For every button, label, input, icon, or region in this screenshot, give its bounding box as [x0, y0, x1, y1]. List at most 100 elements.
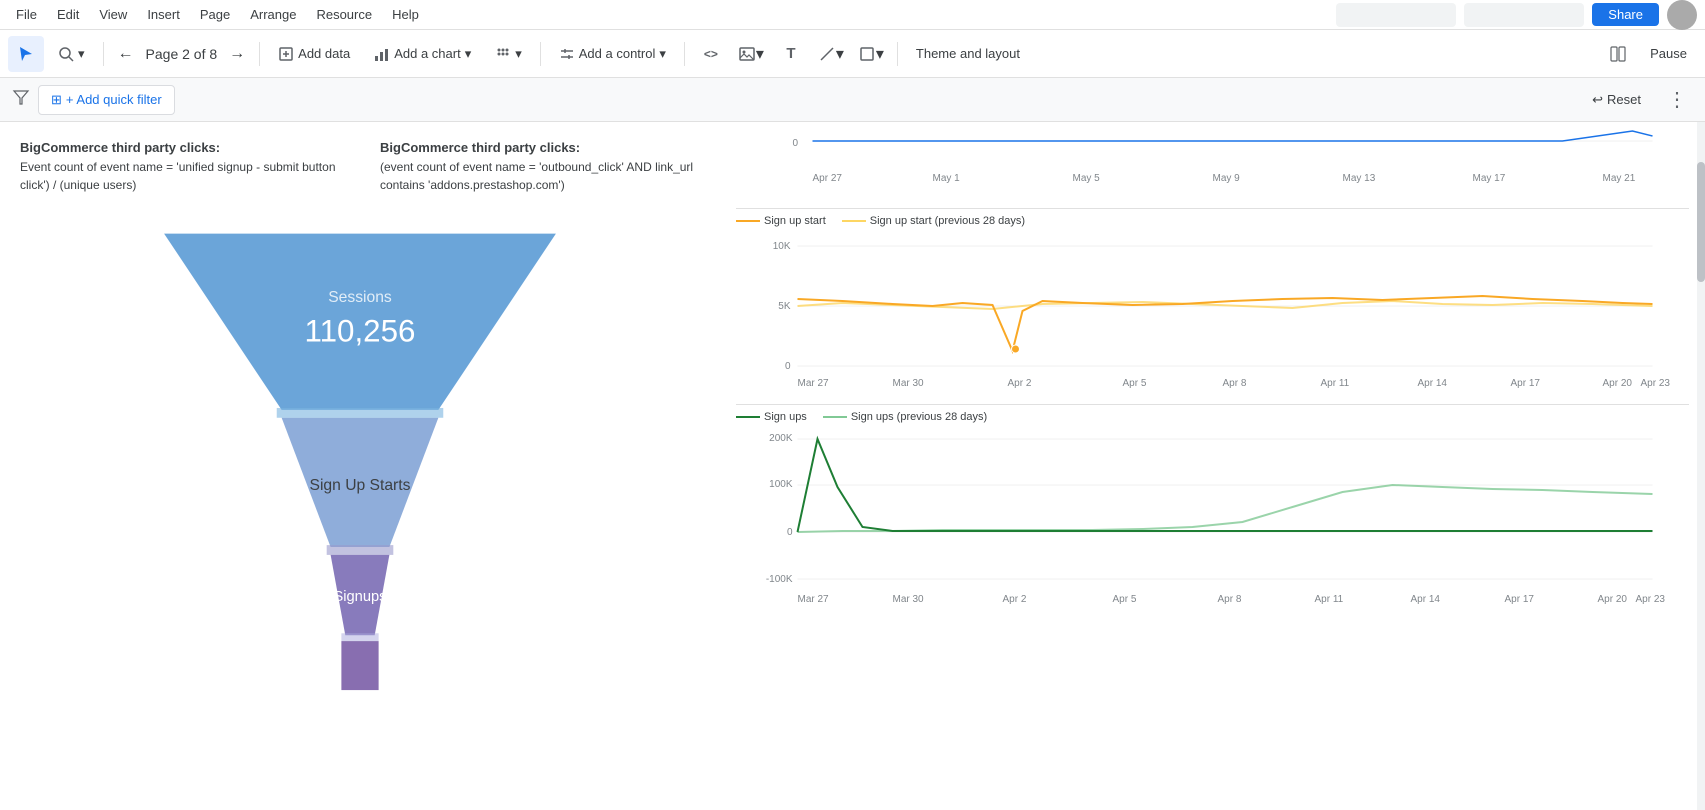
separator-5: [897, 42, 898, 66]
top-chart-svg: 0 Apr 27 May 1 May 5 May 9 May 13 May 17…: [736, 126, 1689, 191]
prev-page-button[interactable]: ←: [112, 40, 140, 68]
legend-label-sign-up-prev: Sign up start (previous 28 days): [870, 215, 1025, 227]
separator-1: [103, 42, 104, 66]
svg-text:100K: 100K: [769, 479, 793, 490]
right-panel: 0 Apr 27 May 1 May 5 May 9 May 13 May 17…: [720, 122, 1705, 810]
scrollbar-thumb[interactable]: [1697, 162, 1705, 282]
add-chart-label: Add a chart: [394, 46, 461, 61]
svg-text:Apr 14: Apr 14: [1411, 594, 1441, 605]
svg-text:5K: 5K: [778, 301, 791, 312]
svg-text:Apr 5: Apr 5: [1113, 594, 1137, 605]
shape-button[interactable]: ▾: [853, 36, 889, 72]
menu-insert[interactable]: Insert: [139, 3, 188, 26]
add-filter-label: + Add quick filter: [66, 92, 162, 107]
svg-text:May 17: May 17: [1473, 173, 1506, 184]
add-data-button[interactable]: Add data: [268, 40, 360, 68]
signups-chart-section: Sign ups Sign ups (previous 28 days) 200…: [736, 404, 1689, 617]
legend-signups-prev: Sign ups (previous 28 days): [823, 411, 987, 423]
main-content: BigCommerce third party clicks: Event co…: [0, 122, 1705, 810]
search-box[interactable]: [1336, 3, 1456, 27]
legend-line-orange: [736, 220, 760, 222]
code-button[interactable]: <>: [693, 36, 729, 72]
add-chart-button[interactable]: Add a chart ▾: [364, 40, 481, 68]
share-button[interactable]: Share: [1592, 3, 1659, 26]
reset-button[interactable]: ↩ Reset: [1580, 86, 1653, 114]
svg-text:Apr 14: Apr 14: [1418, 378, 1448, 389]
add-data-label: Add data: [298, 46, 350, 61]
avatar[interactable]: [1667, 0, 1697, 30]
svg-text:Apr 23: Apr 23: [1641, 378, 1671, 389]
more-options-button[interactable]: ⋮: [1661, 84, 1693, 116]
svg-text:Apr 17: Apr 17: [1511, 378, 1541, 389]
sessions-value: 110,256: [305, 313, 416, 348]
left-panel: BigCommerce third party clicks: Event co…: [0, 122, 720, 810]
svg-text:0: 0: [793, 138, 799, 149]
menu-resource[interactable]: Resource: [308, 3, 380, 26]
sign-up-legend: Sign up start Sign up start (previous 28…: [736, 215, 1689, 227]
legend-sign-up-start: Sign up start: [736, 215, 826, 227]
bc-title-2: BigCommerce third party clicks:: [380, 140, 580, 155]
separator-4: [684, 42, 685, 66]
theme-layout-button[interactable]: Theme and layout: [906, 40, 1030, 67]
svg-text:Apr 11: Apr 11: [1315, 594, 1344, 605]
bc-text-block-1: BigCommerce third party clicks: Event co…: [20, 138, 340, 194]
toolbar: ▾ ← Page 2 of 8 → Add data Add a chart ▾…: [0, 30, 1705, 78]
svg-text:10K: 10K: [773, 241, 791, 252]
add-control-label: Add a control: [579, 46, 656, 61]
select-tool-button[interactable]: [8, 36, 44, 72]
svg-text:Apr 2: Apr 2: [1008, 378, 1032, 389]
zoom-button[interactable]: ▾: [48, 40, 95, 68]
page-info: Page 2 of 8: [146, 46, 218, 62]
svg-text:Apr 20: Apr 20: [1598, 594, 1628, 605]
menu-file[interactable]: File: [8, 3, 45, 26]
filter-bar: ⊞ + Add quick filter ↩ Reset ⋮: [0, 78, 1705, 122]
add-control-button[interactable]: Add a control ▾: [549, 40, 676, 68]
sign-up-starts-label: Sign Up Starts: [310, 477, 411, 494]
menu-edit[interactable]: Edit: [49, 3, 87, 26]
svg-text:May 9: May 9: [1213, 173, 1241, 184]
svg-text:-100K: -100K: [766, 574, 793, 585]
svg-text:May 13: May 13: [1343, 173, 1376, 184]
top-partial-chart: 0 Apr 27 May 1 May 5 May 9 May 13 May 17…: [736, 122, 1689, 200]
bc-body-1: Event count of event name = 'unified sig…: [20, 160, 336, 192]
reset-label: Reset: [1607, 92, 1641, 107]
svg-text:May 5: May 5: [1073, 173, 1101, 184]
svg-text:Apr 27: Apr 27: [813, 173, 843, 184]
zoom-chevron: ▾: [78, 46, 85, 62]
legend-label-signups: Sign ups: [764, 411, 807, 423]
text-button[interactable]: T: [773, 36, 809, 72]
svg-text:Mar 27: Mar 27: [798, 594, 830, 605]
panel-toggle-button[interactable]: [1600, 36, 1636, 72]
next-page-button[interactable]: →: [223, 40, 251, 68]
funnel-chart: Sessions 110,256 Sign Up Starts Signups: [20, 214, 700, 694]
separator-2: [259, 42, 260, 66]
bc-text-blocks: BigCommerce third party clicks: Event co…: [20, 138, 700, 194]
svg-text:Mar 30: Mar 30: [893, 378, 925, 389]
legend-signups: Sign ups: [736, 411, 807, 423]
separator-3: [540, 42, 541, 66]
add-widget-button[interactable]: ▾: [485, 40, 532, 68]
menu-arrange[interactable]: Arrange: [242, 3, 304, 26]
image-button[interactable]: ▾: [733, 36, 769, 72]
svg-text:Apr 11: Apr 11: [1321, 378, 1350, 389]
funnel-svg: Sessions 110,256 Sign Up Starts Signups: [110, 214, 610, 694]
menu-view[interactable]: View: [91, 3, 135, 26]
signups-label: Signups: [333, 588, 386, 604]
pause-button[interactable]: Pause: [1640, 40, 1697, 67]
scrollbar[interactable]: [1697, 122, 1705, 810]
svg-text:May 21: May 21: [1603, 173, 1636, 184]
reset-arrow-icon: ↩: [1592, 92, 1603, 108]
sign-up-chart-svg: 10K 5K 0 Mar 27 Mar 30 Apr 2 Apr 5 Apr 8: [736, 231, 1689, 391]
svg-text:Apr 2: Apr 2: [1003, 594, 1027, 605]
menu-help[interactable]: Help: [384, 3, 427, 26]
add-quick-filter-button[interactable]: ⊞ + Add quick filter: [38, 85, 175, 115]
theme-layout-label: Theme and layout: [916, 46, 1020, 61]
menu-page[interactable]: Page: [192, 3, 238, 26]
share-input[interactable]: [1464, 3, 1584, 27]
svg-text:Apr 17: Apr 17: [1505, 594, 1535, 605]
legend-line-light-orange: [842, 220, 866, 222]
svg-text:Apr 8: Apr 8: [1218, 594, 1242, 605]
line-button[interactable]: ▾: [813, 36, 849, 72]
svg-text:Apr 5: Apr 5: [1123, 378, 1147, 389]
svg-text:Apr 20: Apr 20: [1603, 378, 1633, 389]
